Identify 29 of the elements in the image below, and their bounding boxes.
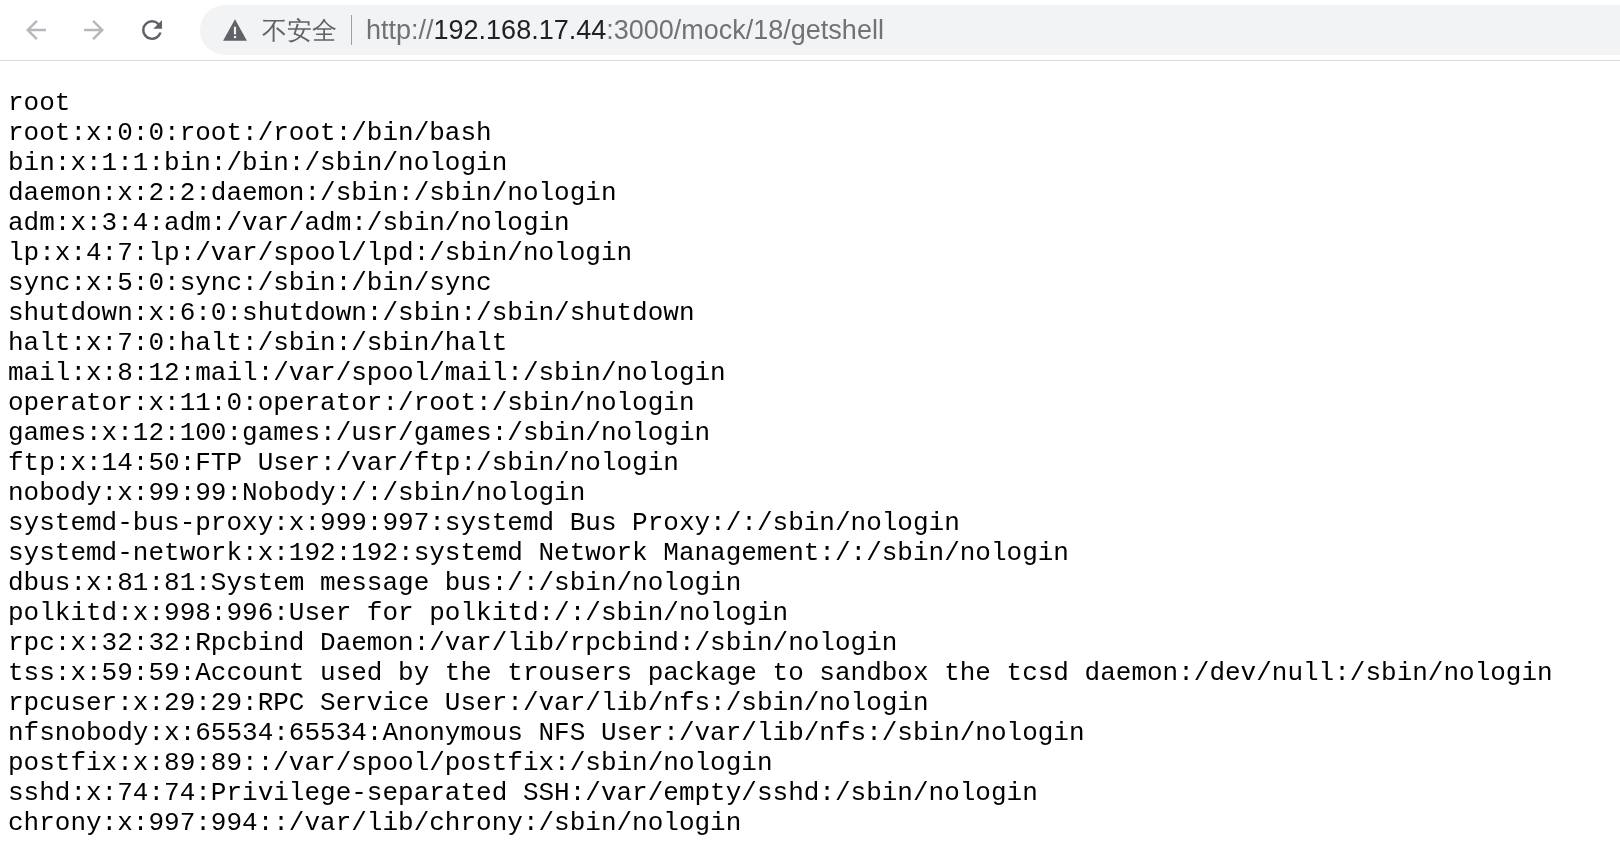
- output-line: root: [8, 88, 71, 118]
- output-line: rpcuser:x:29:29:RPC Service User:/var/lib/nfs:/sbin/nologin: [8, 688, 929, 718]
- output-line: root:x:0:0:root:/root:/bin/bash: [8, 118, 492, 148]
- output-line: dbus:x:81:81:System message bus:/:/sbin/nologin: [8, 568, 742, 598]
- output-line: operator:x:11:0:operator:/root:/sbin/nologin: [8, 388, 695, 418]
- output-line: chrony:x:997:994::/var/lib/chrony:/sbin/nologin: [8, 808, 742, 838]
- output-line: adm:x:3:4:adm:/var/adm:/sbin/nologin: [8, 208, 570, 238]
- output-line: rpc:x:32:32:Rpcbind Daemon:/var/lib/rpcbind:/sbin/nologin: [8, 628, 898, 658]
- url-text: http://192.168.17.44:3000/mock/18/getshell: [366, 14, 884, 46]
- output-line: nfsnobody:x:65534:65534:Anonymous NFS User:/var/lib/nfs:/sbin/nologin: [8, 718, 1085, 748]
- output-line: sync:x:5:0:sync:/sbin:/bin/sync: [8, 268, 492, 298]
- output-line: polkitd:x:998:996:User for polkitd:/:/sbin/nologin: [8, 598, 789, 628]
- output-line: halt:x:7:0:halt:/sbin:/sbin/halt: [8, 328, 508, 358]
- output-line: shutdown:x:6:0:shutdown:/sbin:/sbin/shutdown: [8, 298, 695, 328]
- security-label[interactable]: 不安全: [262, 13, 337, 47]
- output-line: tss:x:59:59:Account used by the trousers package to sandbox the tcsd daemon:/dev/null:/sbin/nologin: [8, 658, 1553, 688]
- output-line: sshd:x:74:74:Privilege-separated SSH:/var/empty/sshd:/sbin/nologin: [8, 778, 1038, 808]
- output-line: postfix:x:89:89::/var/spool/postfix:/sbin/nologin: [8, 748, 773, 778]
- output-line: systemd-network:x:192:192:systemd Network Management:/:/sbin/nologin: [8, 538, 1069, 568]
- address-bar[interactable]: 不安全 http://192.168.17.44:3000/mock/18/getshell: [200, 5, 1620, 55]
- output-line: mail:x:8:12:mail:/var/spool/mail:/sbin/nologin: [8, 358, 726, 388]
- output-line: nobody:x:99:99:Nobody:/:/sbin/nologin: [8, 478, 586, 508]
- output-line: ftp:x:14:50:FTP User:/var/ftp:/sbin/nologin: [8, 448, 679, 478]
- output-line: lp:x:4:7:lp:/var/spool/lpd:/sbin/nologin: [8, 238, 633, 268]
- warning-icon: [222, 18, 248, 42]
- output-line: daemon:x:2:2:daemon:/sbin:/sbin/nologin: [8, 178, 617, 208]
- output-line: bin:x:1:1:bin:/bin:/sbin/nologin: [8, 148, 508, 178]
- output-line: games:x:12:100:games:/usr/games:/sbin/nologin: [8, 418, 711, 448]
- output-line: systemd-bus-proxy:x:999:997:systemd Bus Proxy:/:/sbin/nologin: [8, 508, 960, 538]
